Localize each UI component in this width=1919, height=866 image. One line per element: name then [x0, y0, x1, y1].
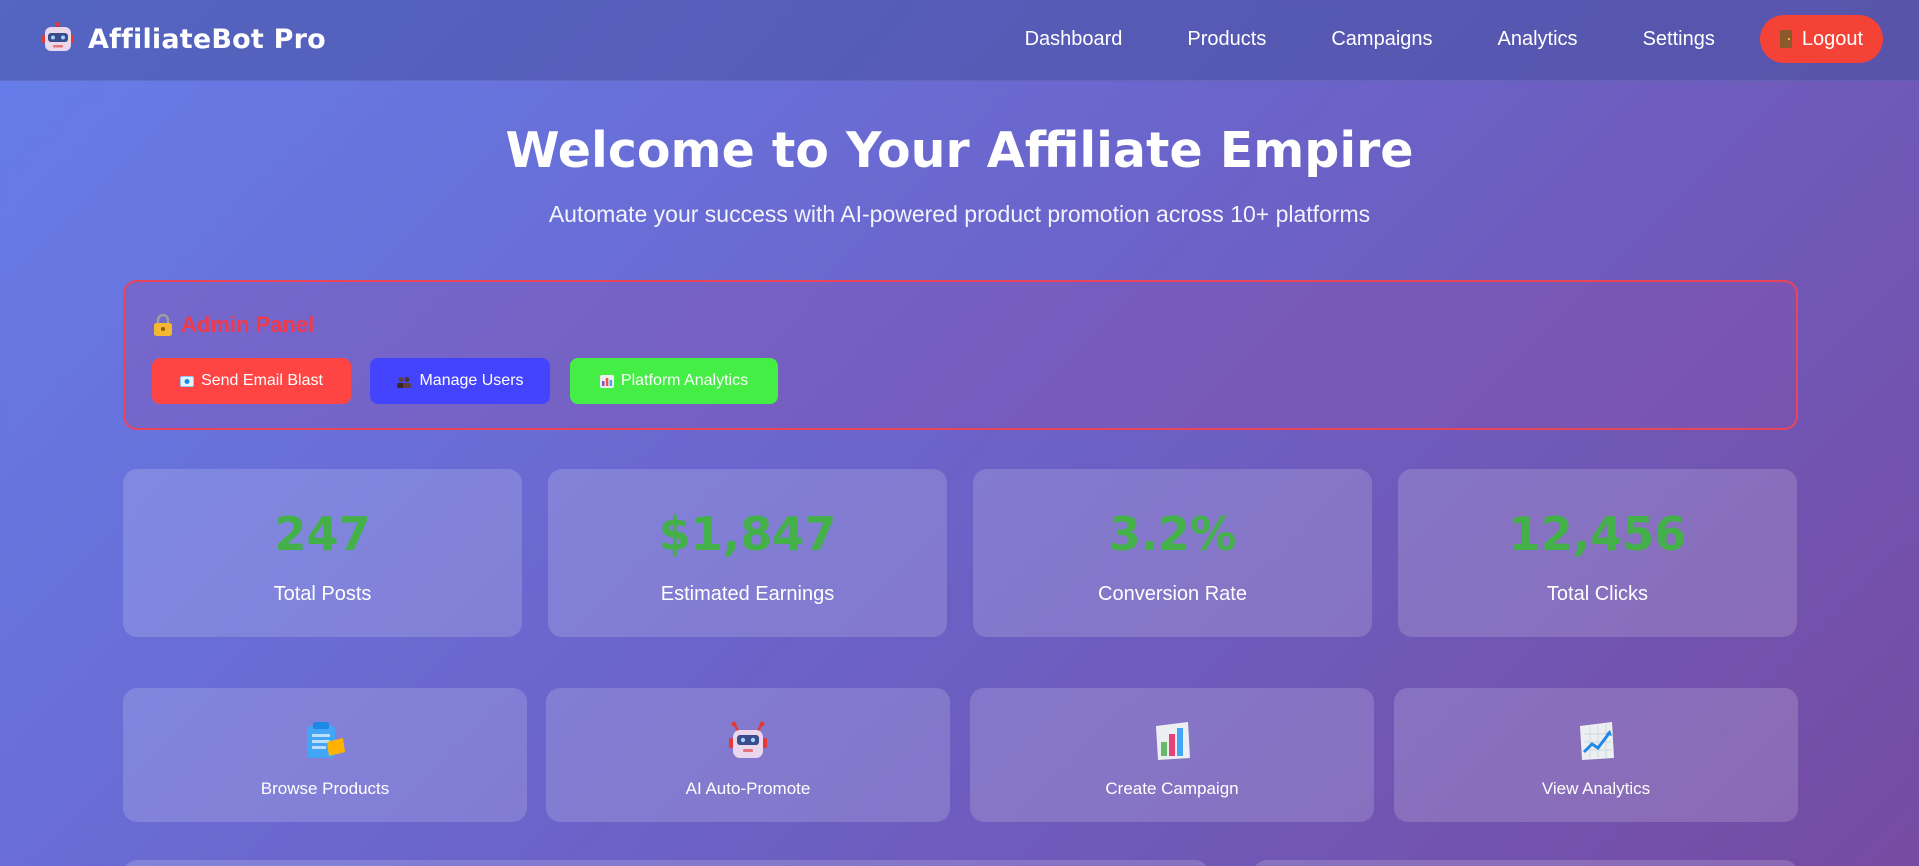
clipboard-icon — [303, 720, 347, 762]
logout-label: Logout — [1801, 27, 1863, 50]
manage-users-label: Manage Users — [419, 372, 524, 389]
robot-icon — [726, 720, 770, 762]
nav-settings[interactable]: Settings — [1643, 28, 1715, 51]
nav-links: Dashboard Products Campaigns Analytics S… — [1025, 15, 1883, 63]
admin-panel-title: Admin Panel — [181, 312, 315, 337]
robot-icon — [42, 21, 74, 56]
stat-card-estimated-earnings: $1,847 Estimated Earnings — [548, 469, 947, 637]
admin-panel-header: Admin Panel — [153, 312, 314, 338]
lock-icon — [153, 313, 173, 336]
admin-panel: Admin Panel Send Email Blast Manage User… — [123, 280, 1798, 430]
stat-value: 247 — [274, 507, 371, 561]
logout-button[interactable]: Logout — [1759, 15, 1883, 63]
nav-products[interactable]: Products — [1187, 28, 1266, 51]
manage-users-button[interactable]: Manage Users — [370, 358, 550, 404]
stat-label: Estimated Earnings — [660, 583, 835, 605]
door-icon — [1779, 30, 1792, 48]
stat-value: 12,456 — [1508, 507, 1687, 561]
stat-label: Total Posts — [273, 583, 372, 605]
page-title: Welcome to Your Affiliate Empire — [505, 122, 1414, 179]
platform-analytics-label: Platform Analytics — [620, 372, 749, 389]
browse-products-label: Browse Products — [260, 779, 390, 798]
nav-analytics[interactable]: Analytics — [1498, 28, 1578, 51]
platform-analytics-button[interactable]: Platform Analytics — [570, 358, 778, 404]
stat-label: Conversion Rate — [1098, 583, 1247, 605]
chart-icon — [599, 374, 614, 388]
nav-campaigns[interactable]: Campaigns — [1331, 28, 1432, 51]
lower-section-card — [1253, 860, 1798, 866]
page-subtitle: Automate your success with AI-powered pr… — [548, 201, 1371, 227]
brand[interactable]: AffiliateBot Pro — [42, 21, 326, 56]
view-analytics-card[interactable]: View Analytics — [1394, 688, 1798, 822]
stat-card-total-clicks: 12,456 Total Clicks — [1398, 469, 1797, 637]
ai-auto-promote-card[interactable]: AI Auto-Promote — [546, 688, 950, 822]
stat-label: Total Clicks — [1546, 583, 1649, 605]
brand-title: AffiliateBot Pro — [88, 23, 326, 55]
stat-value: 3.2% — [1108, 507, 1237, 561]
navbar: AffiliateBot Pro Dashboard Products Camp… — [0, 0, 1919, 81]
email-icon — [180, 375, 195, 387]
stat-value: $1,847 — [658, 507, 837, 561]
stat-card-total-posts: 247 Total Posts — [123, 469, 522, 637]
users-icon — [396, 375, 412, 388]
view-analytics-label: View Analytics — [1541, 779, 1651, 798]
lower-section-card — [123, 860, 1209, 866]
nav-dashboard[interactable]: Dashboard — [1025, 28, 1123, 51]
send-email-blast-button[interactable]: Send Email Blast — [152, 358, 351, 404]
send-email-blast-label: Send Email Blast — [201, 372, 323, 389]
create-campaign-card[interactable]: Create Campaign — [970, 688, 1374, 822]
browse-products-card[interactable]: Browse Products — [123, 688, 527, 822]
ai-auto-promote-label: AI Auto-Promote — [685, 779, 811, 798]
trend-chart-icon — [1574, 720, 1618, 762]
create-campaign-label: Create Campaign — [1105, 779, 1239, 798]
bar-chart-icon — [1150, 720, 1194, 762]
stat-card-conversion-rate: 3.2% Conversion Rate — [973, 469, 1372, 637]
